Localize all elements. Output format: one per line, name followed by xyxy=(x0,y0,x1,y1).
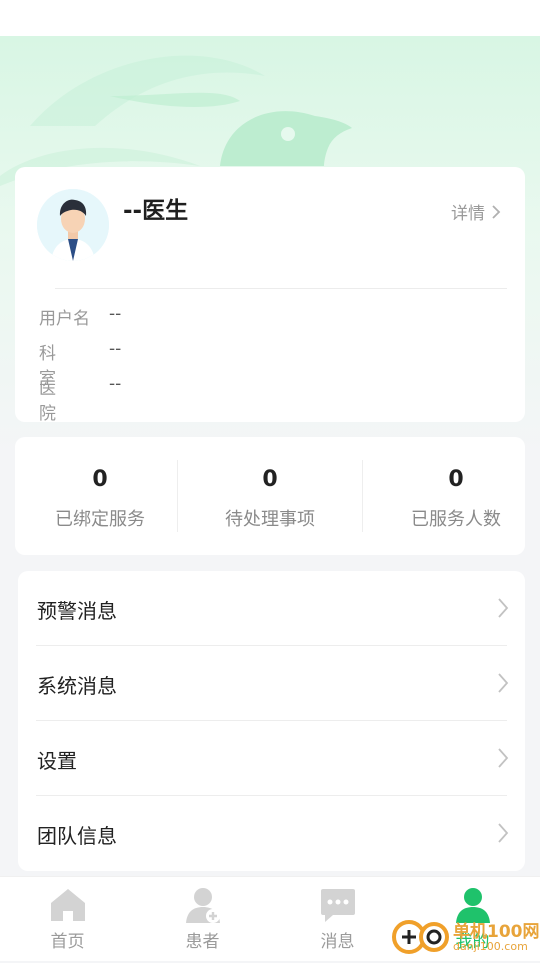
watermark: 单机100网 danji100.com xyxy=(390,915,540,960)
doctor-name: --医生 xyxy=(123,198,189,224)
tab-label: 消息 xyxy=(320,932,355,952)
status-bar xyxy=(0,0,540,36)
watermark-brand: 单机100网 xyxy=(453,922,540,942)
stat-label: 已绑定服务 xyxy=(55,509,145,530)
chevron-right-icon xyxy=(498,823,509,843)
doctor-avatar-icon xyxy=(37,189,109,261)
stat-value: 0 xyxy=(92,467,108,492)
menu-item-label: 预警消息 xyxy=(37,599,117,623)
message-icon xyxy=(320,889,355,922)
menu-item-system-messages[interactable]: 系统消息 xyxy=(18,646,525,721)
stat-pending-items[interactable]: 0 待处理事项 xyxy=(185,437,355,555)
stat-label: 待处理事项 xyxy=(225,509,315,530)
chevron-right-icon xyxy=(498,673,509,693)
stat-value: 0 xyxy=(262,467,278,492)
tab-messages[interactable]: 消息 xyxy=(270,877,405,961)
menu-card: 预警消息 系统消息 设置 团队信息 xyxy=(18,571,525,871)
profile-card: --医生 详情 用户名 -- 科室 -- 医院 -- xyxy=(15,167,525,424)
detail-label: 详情 xyxy=(451,204,485,224)
chevron-right-icon xyxy=(498,598,509,618)
avatar xyxy=(37,189,109,261)
tab-label: 患者 xyxy=(185,932,220,952)
stat-divider xyxy=(177,460,178,532)
watermark-logo-icon xyxy=(392,920,449,954)
menu-item-settings[interactable]: 设置 xyxy=(18,721,525,796)
info-row-username: 用户名 -- xyxy=(39,304,121,329)
menu-item-warning-messages[interactable]: 预警消息 xyxy=(18,571,525,646)
menu-item-label: 设置 xyxy=(37,749,77,773)
info-value: -- xyxy=(109,304,122,324)
patient-icon xyxy=(185,888,220,923)
stat-served-people[interactable]: 0 已服务人数 xyxy=(371,437,540,555)
stat-bound-services[interactable]: 0 已绑定服务 xyxy=(15,437,185,555)
tab-patients[interactable]: 患者 xyxy=(135,877,270,961)
tab-label: 首页 xyxy=(50,932,85,952)
menu-item-team-info[interactable]: 团队信息 xyxy=(18,796,525,871)
tab-home[interactable]: 首页 xyxy=(0,877,135,961)
home-icon xyxy=(50,889,85,921)
stat-divider xyxy=(362,460,363,532)
chevron-right-icon xyxy=(498,748,509,768)
detail-link[interactable]: 详情 xyxy=(451,199,501,224)
menu-item-label: 团队信息 xyxy=(37,824,117,848)
info-label: 用户名 xyxy=(39,309,90,329)
menu-item-label: 系统消息 xyxy=(37,674,117,698)
info-value: -- xyxy=(109,374,122,394)
watermark-url: danji100.com xyxy=(453,940,528,953)
stats-card: 0 已绑定服务 0 待处理事项 0 已服务人数 xyxy=(15,437,525,555)
divider xyxy=(55,288,507,289)
info-label: 医院 xyxy=(39,379,73,424)
chevron-right-icon xyxy=(492,204,501,219)
info-row-hospital: 医院 -- xyxy=(39,374,121,424)
stat-label: 已服务人数 xyxy=(411,509,501,530)
stat-value: 0 xyxy=(448,467,464,492)
